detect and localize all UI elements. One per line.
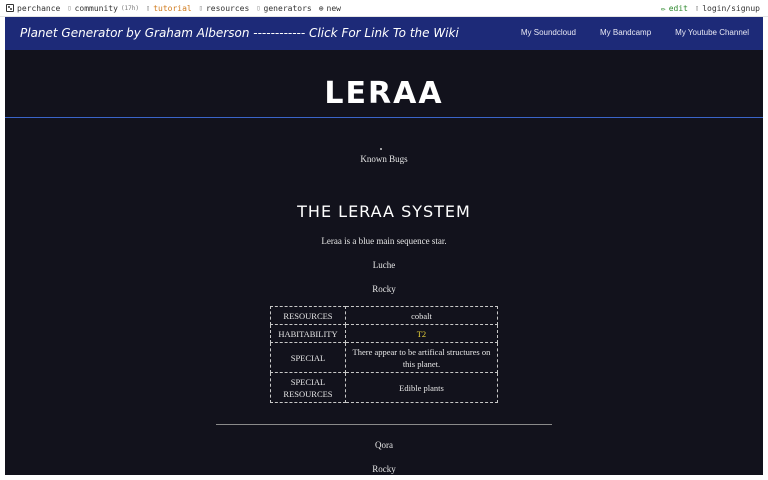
community-count: (17h) (120, 4, 139, 12)
table-row: HABITABILITY T2 (270, 324, 499, 343)
nav-links: My Soundcloud My Bandcamp My Youtube Cha… (521, 28, 749, 37)
dice-icon (6, 4, 14, 12)
planet-type: Rocky (372, 464, 396, 474)
tutorial-link[interactable]: ▯ tutorial (146, 4, 192, 13)
chat-icon: ▯ (67, 4, 72, 12)
table-row: RESOURCES cobalt (270, 306, 499, 325)
community-label: community (74, 3, 118, 13)
community-link[interactable]: ▯ community (17h) (67, 4, 139, 13)
generator-frame: Planet Generator by Graham Alberson ----… (5, 17, 763, 475)
youtube-link[interactable]: My Youtube Channel (675, 28, 749, 37)
wiki-link[interactable]: Planet Generator by Graham Alberson ----… (20, 26, 459, 40)
generators-link[interactable]: ▯ generators (256, 4, 311, 13)
edit-link[interactable]: ✏ edit (661, 4, 688, 13)
row-value: Edible plants (344, 372, 499, 403)
page-title[interactable]: LERAA (5, 76, 763, 111)
row-value: cobalt (344, 306, 499, 325)
header-block: LERAA (5, 50, 763, 118)
row-key: RESOURCES (270, 306, 346, 325)
table-row: SPECIAL RESOURCES Edible plants (270, 372, 499, 403)
navbar: Planet Generator by Graham Alberson ----… (5, 17, 763, 50)
perchance-top-bar: perchance ▯ community (17h) ▯ tutorial ▯… (0, 0, 768, 17)
system-title: THE LERAA SYSTEM (297, 202, 471, 221)
tutorial-label: tutorial (153, 3, 192, 13)
new-link[interactable]: ⊕ new (319, 4, 341, 13)
soundcloud-link[interactable]: My Soundcloud (521, 28, 576, 37)
planet-name: Luche (372, 260, 396, 270)
user-icon: ▯ (694, 4, 700, 12)
book-icon: ▯ (146, 4, 151, 12)
known-bugs-link[interactable]: Known Bugs (5, 154, 763, 164)
generators-label: generators (263, 3, 312, 13)
resources-label: resources (205, 3, 250, 13)
pencil-icon: ✏ (660, 3, 666, 13)
plus-circle-icon: ⊕ (318, 3, 324, 13)
bullet-dot (380, 148, 382, 150)
habitability-value: T2 (344, 324, 499, 343)
row-value: There appear to be artifical structures … (344, 342, 499, 373)
bandcamp-link[interactable]: My Bandcamp (600, 28, 651, 37)
grid-icon: ▯ (256, 4, 261, 12)
planet-divider (216, 424, 552, 425)
planet-name: Qora (375, 440, 393, 450)
new-label: new (326, 3, 341, 13)
row-key: SPECIAL (270, 342, 346, 373)
star-description: Leraa is a blue main sequence star. (321, 236, 447, 246)
table-row: SPECIAL There appear to be artifical str… (270, 342, 499, 373)
edit-label: edit (668, 3, 688, 13)
planet-type: Rocky (372, 284, 396, 294)
login-link[interactable]: ▯ login/signup (695, 4, 760, 13)
planet-info-table: RESOURCES cobalt HABITABILITY T2 SPECIAL… (270, 306, 499, 403)
row-key: SPECIAL RESOURCES (270, 372, 346, 403)
resources-link[interactable]: ▯ resources (199, 4, 250, 13)
brand-label: perchance (17, 3, 61, 13)
login-label: login/signup (702, 3, 760, 13)
folder-icon: ▯ (198, 4, 203, 12)
row-key: HABITABILITY (270, 324, 346, 343)
perchance-home-link[interactable]: perchance (6, 4, 60, 13)
